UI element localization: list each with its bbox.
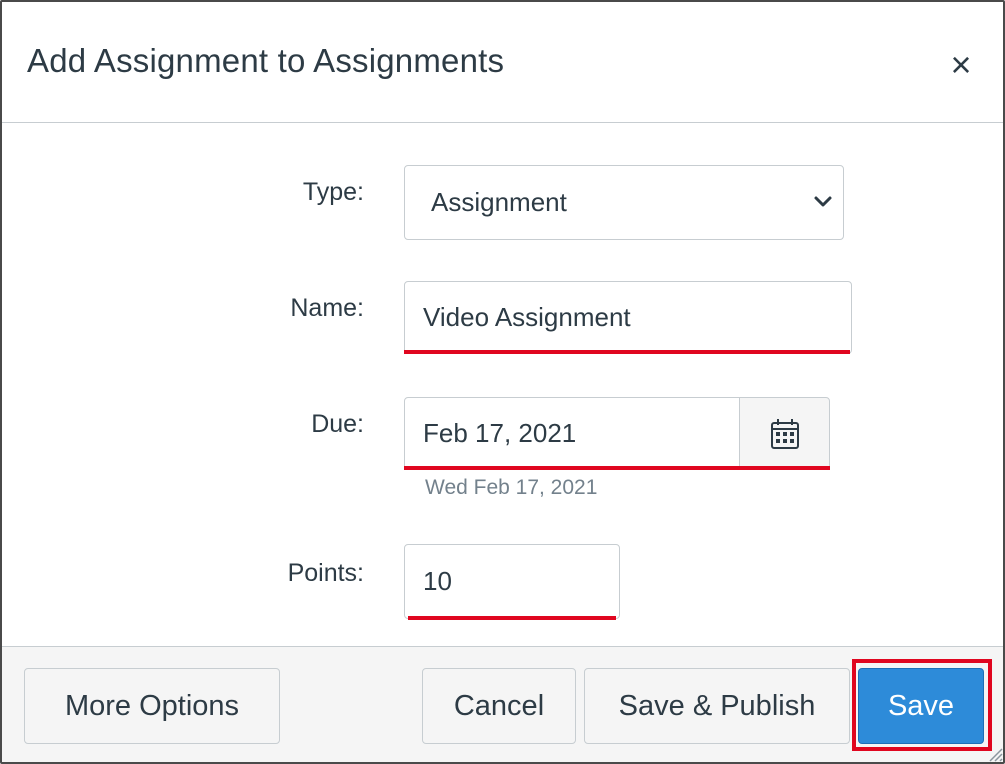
type-select-value: Assignment [431,187,567,217]
save-button[interactable]: Save [858,668,984,744]
due-date-hint: Wed Feb 17, 2021 [425,476,598,499]
type-select[interactable]: Assignment [404,165,844,240]
more-options-button[interactable]: More Options [24,668,280,744]
points-highlight-underline [408,616,616,620]
save-publish-button[interactable]: Save & Publish [584,668,850,744]
points-input-value: 10 [423,566,452,596]
calendar-icon [771,419,799,449]
close-button[interactable]: × [944,46,978,84]
dialog-header: Add Assignment to Assignments × [2,2,1003,123]
add-assignment-dialog: Add Assignment to Assignments × Type: As… [0,0,1005,764]
due-label: Due: [311,410,364,438]
resize-grip-icon[interactable] [987,746,1003,762]
name-input-value: Video Assignment [423,302,631,332]
type-label: Type: [302,178,364,206]
chevron-down-icon [814,196,832,207]
name-highlight-underline [404,350,850,354]
name-label: Name: [290,294,364,322]
calendar-button[interactable] [739,397,830,470]
dialog-title: Add Assignment to Assignments [27,42,505,79]
cancel-button[interactable]: Cancel [422,668,576,744]
points-label: Points: [287,559,364,587]
due-highlight-underline [404,466,830,470]
points-input[interactable]: 10 [404,544,620,619]
name-input[interactable]: Video Assignment [404,281,852,354]
due-date-value: Feb 17, 2021 [423,418,577,448]
due-date-input[interactable]: Feb 17, 2021 [404,397,740,470]
